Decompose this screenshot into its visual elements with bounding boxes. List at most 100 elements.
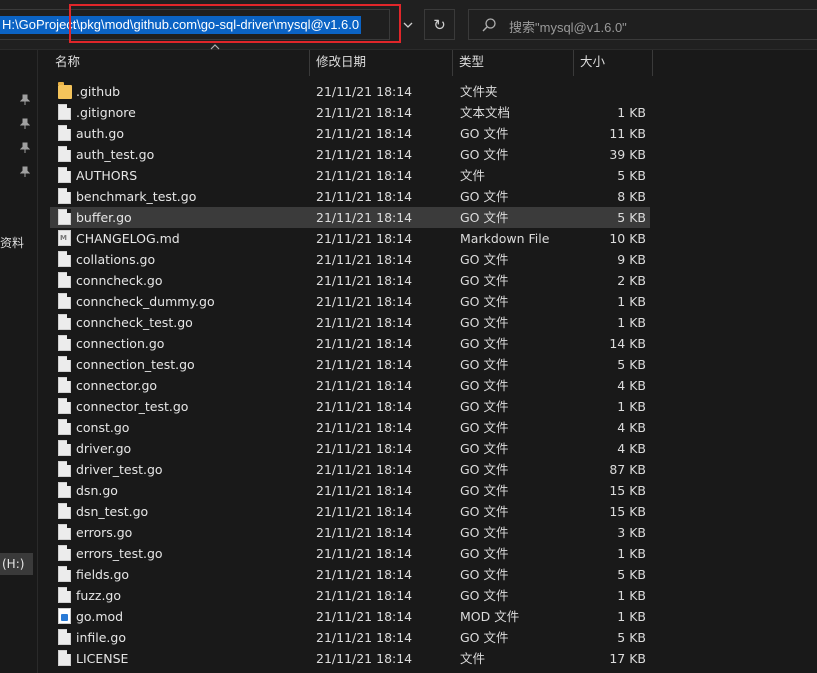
column-name[interactable]: 名称 (55, 50, 80, 76)
column-size[interactable]: 大小 (580, 50, 605, 76)
file-row[interactable]: benchmark_test.go 21/11/21 18:14 GO 文件 8… (50, 186, 650, 207)
file-row[interactable]: fields.go 21/11/21 18:14 GO 文件 5 KB (50, 564, 650, 585)
file-date-modified: 21/11/21 18:14 (316, 462, 413, 477)
file-size: 1 KB (617, 609, 646, 624)
file-date-modified: 21/11/21 18:14 (316, 315, 413, 330)
file-row[interactable]: .gitignore 21/11/21 18:14 文本文档 1 KB (50, 102, 650, 123)
file-name[interactable]: go.mod (76, 606, 123, 627)
nav-item-drive-h[interactable]: (H:) (0, 553, 33, 575)
file-row[interactable]: connector_test.go 21/11/21 18:14 GO 文件 1… (50, 396, 650, 417)
address-bar[interactable]: H:\GoProject\pkg\mod\github.com\go-sql-d… (0, 9, 390, 40)
folder-icon (58, 82, 72, 99)
top-bar: H:\GoProject\pkg\mod\github.com\go-sql-d… (0, 0, 817, 50)
file-row[interactable]: conncheck_test.go 21/11/21 18:14 GO 文件 1… (50, 312, 650, 333)
file-icon (58, 314, 71, 330)
column-date-modified[interactable]: 修改日期 (316, 50, 366, 76)
file-icon (58, 104, 71, 120)
file-size: 11 KB (609, 126, 646, 141)
file-name[interactable]: connection_test.go (76, 354, 195, 375)
file-type: Markdown File (460, 231, 550, 246)
pin-icon (19, 118, 32, 130)
file-name[interactable]: errors_test.go (76, 543, 163, 564)
column-separator[interactable] (573, 50, 574, 76)
file-row[interactable]: conncheck_dummy.go 21/11/21 18:14 GO 文件 … (50, 291, 650, 312)
file-date-modified: 21/11/21 18:14 (316, 168, 413, 183)
file-name[interactable]: LICENSE (76, 648, 128, 669)
file-name[interactable]: infile.go (76, 627, 126, 648)
file-size: 2 KB (617, 273, 646, 288)
file-name[interactable]: auth_test.go (76, 144, 154, 165)
file-row[interactable]: auth_test.go 21/11/21 18:14 GO 文件 39 KB (50, 144, 650, 165)
file-name[interactable]: driver.go (76, 438, 131, 459)
file-row[interactable]: conncheck.go 21/11/21 18:14 GO 文件 2 KB (50, 270, 650, 291)
file-row[interactable]: go.mod 21/11/21 18:14 MOD 文件 1 KB (50, 606, 650, 627)
file-name[interactable]: benchmark_test.go (76, 186, 196, 207)
file-row[interactable]: connector.go 21/11/21 18:14 GO 文件 4 KB (50, 375, 650, 396)
pane-divider[interactable] (37, 50, 38, 673)
file-name[interactable]: conncheck_test.go (76, 312, 193, 333)
file-name[interactable]: buffer.go (76, 207, 132, 228)
file-size: 87 KB (609, 462, 646, 477)
file-row[interactable]: AUTHORS 21/11/21 18:14 文件 5 KB (50, 165, 650, 186)
address-history-button[interactable] (394, 9, 422, 40)
file-type: GO 文件 (460, 588, 509, 603)
file-name[interactable]: connector.go (76, 375, 157, 396)
file-name[interactable]: dsn_test.go (76, 501, 148, 522)
file-date-modified: 21/11/21 18:14 (316, 189, 413, 204)
search-input[interactable]: 搜索"mysql@v1.6.0" (468, 9, 817, 40)
file-name[interactable]: fuzz.go (76, 585, 121, 606)
file-size: 5 KB (617, 630, 646, 645)
file-date-modified: 21/11/21 18:14 (316, 651, 413, 666)
file-type: GO 文件 (460, 252, 509, 267)
file-name[interactable]: errors.go (76, 522, 132, 543)
file-icon (58, 209, 71, 225)
file-row[interactable]: buffer.go 21/11/21 18:14 GO 文件 5 KB (50, 207, 650, 228)
file-row[interactable]: driver_test.go 21/11/21 18:14 GO 文件 87 K… (50, 459, 650, 480)
file-row[interactable]: infile.go 21/11/21 18:14 GO 文件 5 KB (50, 627, 650, 648)
file-row[interactable]: connection.go 21/11/21 18:14 GO 文件 14 KB (50, 333, 650, 354)
file-row[interactable]: auth.go 21/11/21 18:14 GO 文件 11 KB (50, 123, 650, 144)
column-separator[interactable] (309, 50, 310, 76)
file-row[interactable]: driver.go 21/11/21 18:14 GO 文件 4 KB (50, 438, 650, 459)
file-name[interactable]: .gitignore (76, 102, 136, 123)
search-placeholder: 搜索"mysql@v1.6.0" (509, 20, 627, 35)
file-name[interactable]: dsn.go (76, 480, 118, 501)
address-path[interactable]: H:\GoProject\pkg\mod\github.com\go-sql-d… (0, 16, 362, 34)
nav-item-documents[interactable]: 资料 (0, 234, 24, 251)
file-row[interactable]: LICENSE 21/11/21 18:14 文件 17 KB (50, 648, 650, 669)
file-row[interactable]: .github 21/11/21 18:14 文件夹 (50, 81, 650, 102)
file-name[interactable]: conncheck.go (76, 270, 163, 291)
file-row[interactable]: fuzz.go 21/11/21 18:14 GO 文件 1 KB (50, 585, 650, 606)
file-name[interactable]: conncheck_dummy.go (76, 291, 215, 312)
file-name[interactable]: auth.go (76, 123, 124, 144)
file-row[interactable]: CHANGELOG.md 21/11/21 18:14 Markdown Fil… (50, 228, 650, 249)
file-row[interactable]: errors.go 21/11/21 18:14 GO 文件 3 KB (50, 522, 650, 543)
file-name[interactable]: driver_test.go (76, 459, 163, 480)
file-size: 5 KB (617, 168, 646, 183)
refresh-button[interactable]: ↻ (424, 9, 455, 40)
file-row[interactable]: dsn.go 21/11/21 18:14 GO 文件 15 KB (50, 480, 650, 501)
file-type: 文件夹 (460, 84, 498, 99)
file-row[interactable]: errors_test.go 21/11/21 18:14 GO 文件 1 KB (50, 543, 650, 564)
column-type[interactable]: 类型 (459, 50, 484, 76)
file-name[interactable]: collations.go (76, 249, 155, 270)
file-row[interactable]: collations.go 21/11/21 18:14 GO 文件 9 KB (50, 249, 650, 270)
file-size: 1 KB (617, 588, 646, 603)
file-size: 17 KB (609, 651, 646, 666)
file-date-modified: 21/11/21 18:14 (316, 357, 413, 372)
file-date-modified: 21/11/21 18:14 (316, 567, 413, 582)
file-name[interactable]: .github (76, 81, 120, 102)
file-name[interactable]: CHANGELOG.md (76, 228, 180, 249)
file-date-modified: 21/11/21 18:14 (316, 84, 413, 99)
file-name[interactable]: fields.go (76, 564, 129, 585)
file-name[interactable]: AUTHORS (76, 165, 137, 186)
file-row[interactable]: connection_test.go 21/11/21 18:14 GO 文件 … (50, 354, 650, 375)
file-name[interactable]: const.go (76, 417, 129, 438)
file-size: 3 KB (617, 525, 646, 540)
column-separator[interactable] (452, 50, 453, 76)
file-name[interactable]: connector_test.go (76, 396, 188, 417)
file-row[interactable]: dsn_test.go 21/11/21 18:14 GO 文件 15 KB (50, 501, 650, 522)
column-separator[interactable] (652, 50, 653, 76)
file-name[interactable]: connection.go (76, 333, 164, 354)
file-row[interactable]: const.go 21/11/21 18:14 GO 文件 4 KB (50, 417, 650, 438)
